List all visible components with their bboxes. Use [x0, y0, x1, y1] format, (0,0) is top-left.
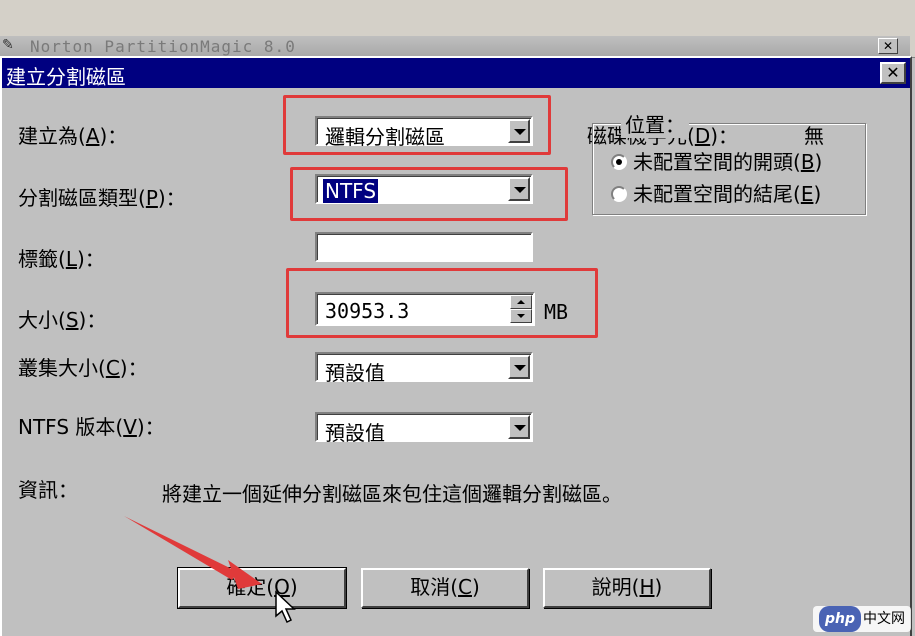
watermark-logo: php 中文网: [812, 606, 911, 632]
screen: ✎ Norton PartitionMagic 8.0 ✕ 建立分割磁區 ✕ 建…: [0, 0, 915, 636]
cursor-icon: [275, 590, 296, 624]
annotation-arrow: [124, 516, 296, 624]
